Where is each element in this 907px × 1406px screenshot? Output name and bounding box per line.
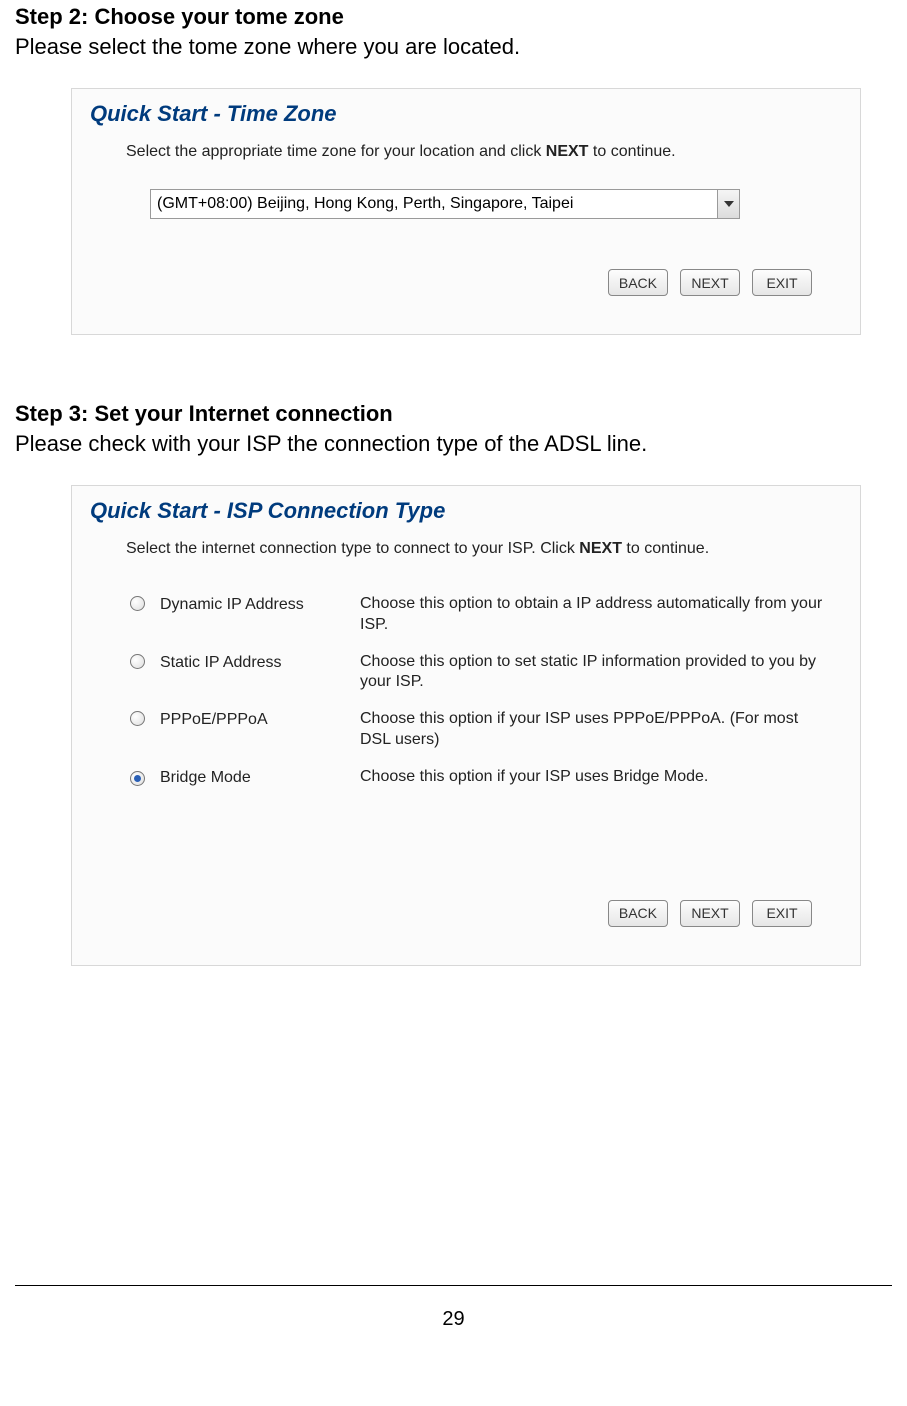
timezone-select[interactable]: (GMT+08:00) Beijing, Hong Kong, Perth, S… [150, 189, 740, 219]
page-footer: 29 [15, 1285, 892, 1331]
isp-option-dynamic[interactable]: Dynamic IP Address Choose this option to… [130, 586, 832, 644]
isp-option-desc: Choose this option to obtain a IP addres… [360, 594, 832, 636]
isp-option-pppoe[interactable]: PPPoE/PPPoA Choose this option if your I… [130, 701, 832, 759]
isp-instruction-post: to continue. [622, 540, 709, 557]
back-button[interactable]: BACK [608, 269, 668, 296]
chevron-down-icon [717, 190, 739, 218]
timezone-panel: Quick Start - Time Zone Select the appro… [71, 88, 861, 335]
isp-option-label: Dynamic IP Address [160, 594, 360, 614]
step2-section: Step 2: Choose your tome zone Please sel… [15, 0, 892, 335]
isp-option-bridge[interactable]: Bridge Mode Choose this option if your I… [130, 759, 832, 796]
isp-option-desc: Choose this option to set static IP info… [360, 652, 832, 694]
isp-option-desc: Choose this option if your ISP uses PPPo… [360, 709, 832, 751]
timezone-select-value: (GMT+08:00) Beijing, Hong Kong, Perth, S… [157, 195, 573, 213]
isp-panel-title: Quick Start - ISP Connection Type [90, 498, 842, 524]
back-button[interactable]: BACK [608, 900, 668, 927]
timezone-instruction: Select the appropriate time zone for you… [126, 143, 842, 161]
isp-options: Dynamic IP Address Choose this option to… [130, 586, 832, 796]
timezone-instruction-bold: NEXT [546, 143, 589, 160]
radio-dynamic[interactable] [130, 596, 145, 611]
radio-bridge[interactable] [130, 771, 145, 786]
isp-option-label: Static IP Address [160, 652, 360, 672]
isp-button-row: BACK NEXT EXIT [90, 900, 812, 927]
isp-option-static[interactable]: Static IP Address Choose this option to … [130, 644, 832, 702]
step2-heading: Step 2: Choose your tome zone [15, 0, 892, 30]
radio-pppoe[interactable] [130, 711, 145, 726]
isp-instruction: Select the internet connection type to c… [126, 540, 842, 558]
timezone-panel-title: Quick Start - Time Zone [90, 101, 842, 127]
next-button[interactable]: NEXT [680, 900, 740, 927]
isp-panel: Quick Start - ISP Connection Type Select… [71, 485, 861, 966]
step3-section: Step 3: Set your Internet connection Ple… [15, 397, 892, 966]
timezone-instruction-pre: Select the appropriate time zone for you… [126, 143, 546, 160]
step2-desc: Please select the tome zone where you ar… [15, 34, 892, 60]
isp-instruction-bold: NEXT [579, 540, 622, 557]
isp-instruction-pre: Select the internet connection type to c… [126, 540, 579, 557]
isp-option-label: PPPoE/PPPoA [160, 709, 360, 729]
isp-option-label: Bridge Mode [160, 767, 360, 787]
page-number: 29 [442, 1308, 464, 1330]
timezone-instruction-post: to continue. [588, 143, 675, 160]
step3-heading: Step 3: Set your Internet connection [15, 397, 892, 427]
timezone-button-row: BACK NEXT EXIT [90, 269, 812, 296]
timezone-select-wrap: (GMT+08:00) Beijing, Hong Kong, Perth, S… [150, 189, 802, 219]
radio-static[interactable] [130, 654, 145, 669]
exit-button[interactable]: EXIT [752, 269, 812, 296]
exit-button[interactable]: EXIT [752, 900, 812, 927]
next-button[interactable]: NEXT [680, 269, 740, 296]
step3-desc: Please check with your ISP the connectio… [15, 431, 892, 457]
isp-option-desc: Choose this option if your ISP uses Brid… [360, 767, 832, 788]
